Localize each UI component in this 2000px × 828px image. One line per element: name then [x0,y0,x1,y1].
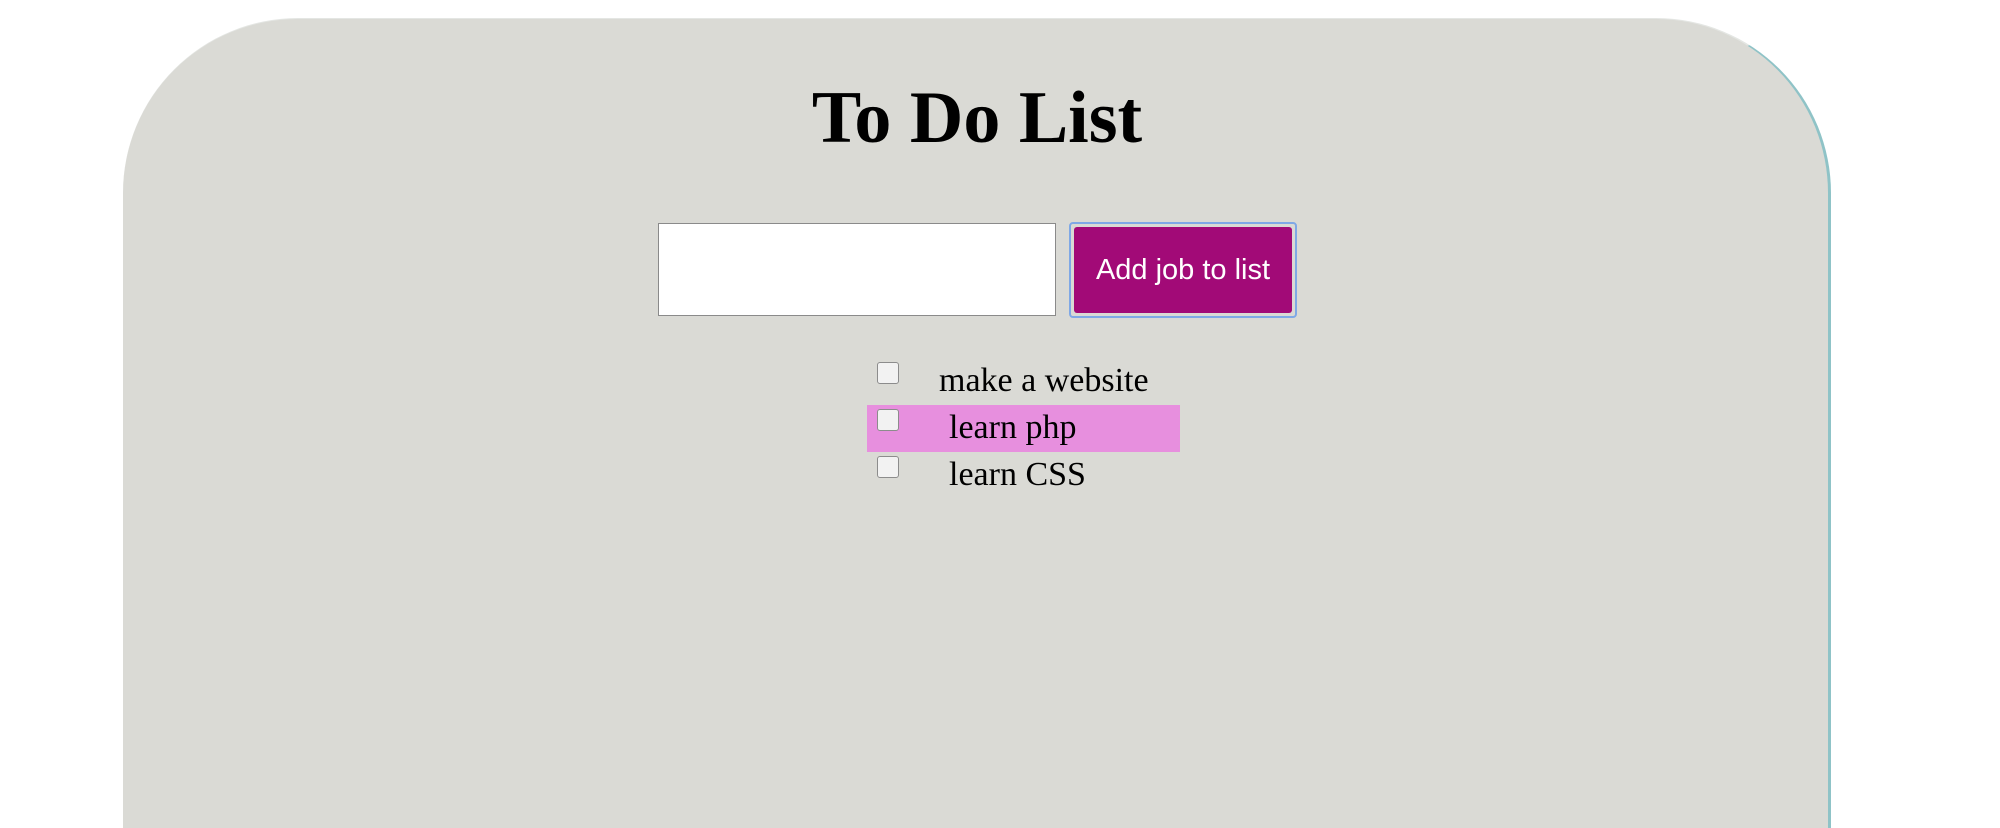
add-job-button[interactable]: Add job to list [1074,227,1292,313]
todo-label: make a website [939,361,1149,399]
job-input[interactable] [658,223,1056,316]
todo-label: learn php [949,408,1077,446]
todo-label: learn CSS [949,455,1086,493]
todo-item[interactable]: make a website [867,357,1267,404]
todo-checkbox[interactable] [877,456,899,478]
todo-item[interactable]: learn php [867,404,1267,452]
add-button-focus-ring: Add job to list [1069,222,1297,318]
page-title: To Do List [811,77,1143,159]
todo-list: make a website learn php learn CSS [867,357,1267,498]
todo-checkbox[interactable] [877,409,899,431]
todo-checkbox[interactable] [877,362,899,384]
todo-card: To Do List Add job to list make a websit… [123,18,1831,828]
todo-item[interactable]: learn CSS [867,451,1267,498]
